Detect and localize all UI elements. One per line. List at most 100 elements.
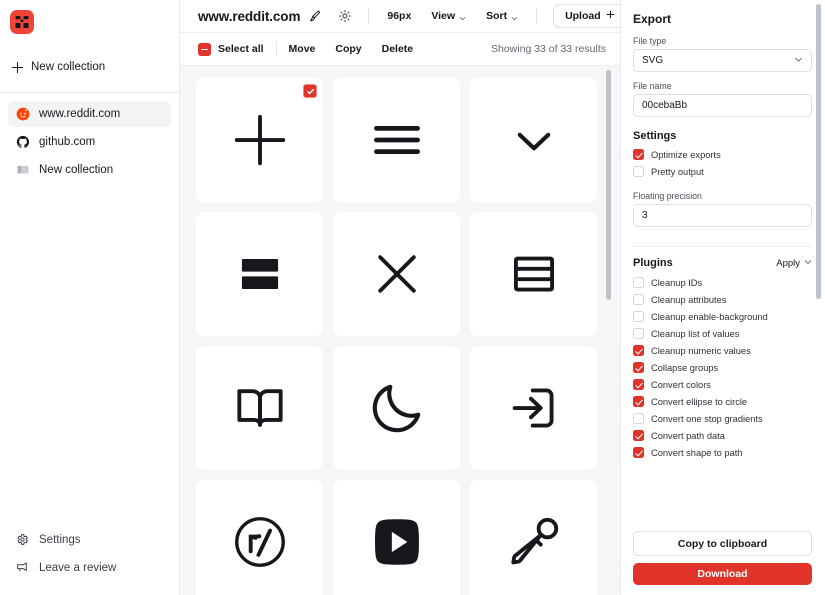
app-root: New collection www.reddit.com github.com… <box>0 0 825 595</box>
checkbox-checked-icon <box>633 362 644 373</box>
upload-button[interactable]: Upload <box>553 4 627 28</box>
plugin-cleanup-ids[interactable]: Cleanup IDs <box>633 277 813 288</box>
plugin-convert-colors[interactable]: Convert colors <box>633 379 813 390</box>
sidebar-item-www-reddit-com[interactable]: www.reddit.com <box>8 101 171 127</box>
select-all-label: Select all <box>218 43 264 55</box>
plugin-label: Convert path data <box>651 430 725 441</box>
checkbox-unchecked-icon <box>633 166 644 177</box>
plugin-collapse-groups[interactable]: Collapse groups <box>633 362 813 373</box>
copy-to-clipboard-button[interactable]: Copy to clipboard <box>633 531 812 556</box>
icon-card-crescent-moon[interactable] <box>333 346 460 470</box>
plugin-label: Cleanup numeric values <box>651 345 751 356</box>
icon-card-play-video[interactable] <box>333 480 460 595</box>
plugin-label: Collapse groups <box>651 362 719 373</box>
plugin-cleanup-numeric-values[interactable]: Cleanup numeric values <box>633 345 813 356</box>
sidebar-item-settings[interactable]: Settings <box>8 527 171 553</box>
selection-toolbar: Select all Move Copy Delete Showing 33 o… <box>180 33 620 66</box>
sun-icon[interactable] <box>330 3 360 29</box>
plugin-cleanup-list-of-values[interactable]: Cleanup list of values <box>633 328 813 339</box>
icon-card-hamburger-menu[interactable] <box>333 78 460 202</box>
gear-icon <box>16 533 30 547</box>
plugin-cleanup-enable-background[interactable]: Cleanup enable-background <box>633 311 813 322</box>
select-all-checkbox[interactable]: Select all <box>198 42 264 56</box>
sidebar-item-label: www.reddit.com <box>39 108 121 120</box>
panel-scrollbar[interactable] <box>816 4 821 299</box>
card-checkbox-checked[interactable] <box>303 84 317 98</box>
icon-card-split-layout[interactable] <box>196 212 323 336</box>
sort-label: Sort <box>486 10 508 22</box>
floating-precision-input[interactable]: 3 <box>633 204 812 227</box>
sidebar: New collection www.reddit.com github.com… <box>0 0 180 595</box>
checkbox-checked-icon <box>633 447 644 458</box>
sidebar-item-leave-a-review[interactable]: Leave a review <box>8 555 171 581</box>
main-area: www.reddit.com 96px View Sort Upload Sel… <box>180 0 627 595</box>
chevron-down-icon <box>459 13 466 20</box>
plugin-cleanup-attributes[interactable]: Cleanup attributes <box>633 294 813 305</box>
copy-button[interactable]: Copy <box>335 43 361 55</box>
upload-label: Upload <box>565 10 601 22</box>
icon-card-subreddit-r-slash[interactable] <box>196 480 323 595</box>
delete-button[interactable]: Delete <box>382 43 414 55</box>
sidebar-item-new-collection[interactable]: New collection <box>8 157 171 183</box>
checkbox-unchecked-icon <box>633 294 644 305</box>
icon-card-microphone[interactable] <box>470 480 597 595</box>
chevron-down-icon <box>804 258 812 269</box>
plus-icon <box>606 10 615 22</box>
open-book-icon <box>229 377 291 439</box>
setting-label: Optimize exports <box>651 149 721 160</box>
view-dropdown[interactable]: View <box>421 3 476 29</box>
view-label: View <box>431 10 456 22</box>
sidebar-item-github-com[interactable]: github.com <box>8 129 171 155</box>
page-title: www.reddit.com <box>198 8 301 24</box>
results-count: Showing 33 of 33 results <box>491 43 606 55</box>
setting-pretty-output[interactable]: Pretty output <box>633 166 813 177</box>
sidebar-divider <box>0 92 179 93</box>
chevron-down-icon <box>794 55 803 67</box>
icon-card-login-arrow[interactable] <box>470 346 597 470</box>
icon-card-open-book[interactable] <box>196 346 323 470</box>
plugin-label: Cleanup attributes <box>651 294 727 305</box>
checkbox-checked-icon <box>633 430 644 441</box>
new-collection-button[interactable]: New collection <box>0 50 179 84</box>
icon-size-control[interactable]: 96px <box>377 3 421 29</box>
export-heading: Export <box>633 12 672 26</box>
sidebar-item-label: github.com <box>39 136 96 148</box>
plugin-convert-path-data[interactable]: Convert path data <box>633 430 813 441</box>
svgviewer-logo[interactable] <box>10 10 34 34</box>
github-icon <box>16 135 30 149</box>
paintbrush-icon[interactable] <box>300 3 330 29</box>
plugins-header: Plugins Apply <box>633 257 812 269</box>
plugin-convert-one-stop-gradients[interactable]: Convert one stop gradients <box>633 413 813 424</box>
grid-scrollbar[interactable] <box>606 70 611 300</box>
topbar: www.reddit.com 96px View Sort Upload <box>180 0 627 33</box>
close-x-icon <box>366 243 428 305</box>
checkbox-unchecked-icon <box>633 413 644 424</box>
download-button[interactable]: Download <box>633 563 812 585</box>
microphone-icon <box>503 511 565 573</box>
setting-optimize-exports[interactable]: Optimize exports <box>633 149 813 160</box>
icon-card-close-x[interactable] <box>333 212 460 336</box>
icon-card-table-rows[interactable] <box>470 212 597 336</box>
new-collection-label: New collection <box>31 61 106 73</box>
plugin-convert-ellipse-to-circle[interactable]: Convert ellipse to circle <box>633 396 813 407</box>
icon-card-plus[interactable] <box>196 78 323 202</box>
folder-icon <box>16 163 30 177</box>
sort-dropdown[interactable]: Sort <box>476 3 528 29</box>
file-name-input[interactable]: 00cebaBb <box>633 94 812 117</box>
checkbox-checked-icon <box>633 379 644 390</box>
sidebar-item-label: Leave a review <box>39 562 117 574</box>
file-name-value: 00cebaBb <box>642 100 688 111</box>
plugin-convert-shape-to-path[interactable]: Convert shape to path <box>633 447 813 458</box>
reddit-icon <box>16 107 30 121</box>
file-type-select[interactable]: SVG <box>633 49 812 72</box>
sidebar-footer: Settings Leave a review <box>0 527 179 595</box>
apply-label: Apply <box>776 257 800 269</box>
settings-heading: Settings <box>633 130 677 142</box>
sidebar-item-label: Settings <box>39 534 81 546</box>
apply-dropdown[interactable]: Apply <box>776 258 812 269</box>
hamburger-menu-icon <box>366 109 428 171</box>
icon-grid-scroll-area <box>180 66 620 595</box>
file-type-label: File type <box>633 36 667 46</box>
move-button[interactable]: Move <box>289 43 316 55</box>
icon-card-chevron-down[interactable] <box>470 78 597 202</box>
